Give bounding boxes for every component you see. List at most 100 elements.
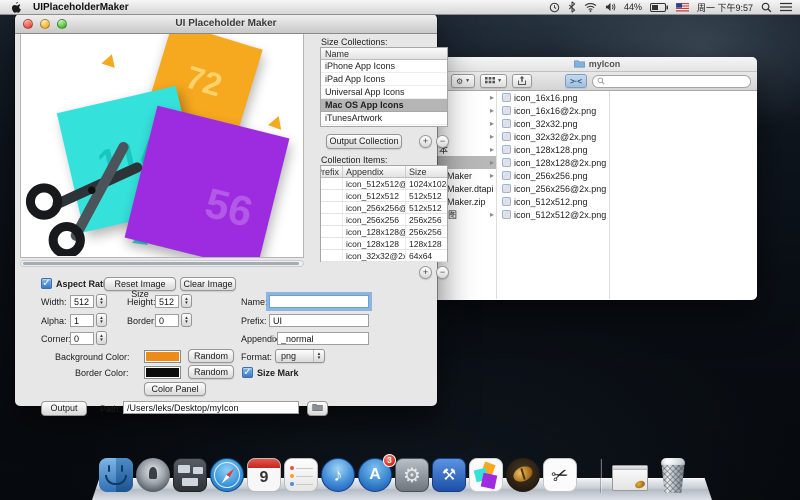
close-button[interactable] bbox=[23, 19, 33, 29]
dock-xcode-icon[interactable]: ⚒ bbox=[432, 458, 466, 492]
size-mark-checkbox[interactable]: ✓ bbox=[242, 367, 253, 378]
dock-app-store-icon[interactable]: A 3 bbox=[358, 458, 392, 492]
browse-folder-button[interactable] bbox=[307, 401, 328, 416]
image-preview-canvas[interactable]: 72 114 56 bbox=[20, 34, 304, 258]
finder-file-row[interactable]: icon_512x512.png bbox=[498, 195, 609, 208]
border-stepper[interactable]: ▲▼ bbox=[181, 313, 192, 327]
finder-search-field[interactable] bbox=[592, 75, 751, 88]
size-collection-row[interactable]: iPhone App Icons bbox=[321, 60, 447, 73]
clear-image-button[interactable]: Clear Image bbox=[180, 277, 236, 291]
collection-remove-button[interactable]: − bbox=[436, 135, 449, 148]
dock-system-preferences-icon[interactable]: ⚙ bbox=[395, 458, 429, 492]
finder-file-row[interactable]: icon_128x128@2x.png bbox=[498, 156, 609, 169]
dock-coffee-bean-icon[interactable] bbox=[506, 458, 540, 492]
column-header[interactable]: Appendix bbox=[343, 166, 406, 177]
border-color-label: Border Color: bbox=[75, 368, 129, 378]
share-button[interactable] bbox=[512, 74, 532, 88]
alpha-stepper[interactable]: ▲▼ bbox=[96, 313, 107, 327]
wifi-icon[interactable] bbox=[584, 2, 597, 12]
collection-item-row[interactable]: icon_32x32@2x64x64 bbox=[321, 250, 447, 262]
finder-file-name: icon_256x256.png bbox=[514, 171, 588, 181]
color-panel-button[interactable]: Color Panel bbox=[144, 382, 206, 396]
size-collection-row[interactable]: iTunesArtwork bbox=[321, 112, 447, 125]
notification-center-icon[interactable] bbox=[780, 2, 792, 12]
finder-file-row[interactable]: icon_32x32@2x.png bbox=[498, 130, 609, 143]
column-header[interactable]: Size bbox=[406, 166, 447, 177]
dock-trash-icon[interactable] bbox=[658, 457, 688, 493]
finder-file-row[interactable]: icon_16x16@2x.png bbox=[498, 104, 609, 117]
collection-item-row[interactable]: icon_512x512512x512 bbox=[321, 190, 447, 202]
border-random-button[interactable]: Random bbox=[188, 365, 234, 379]
battery-icon[interactable] bbox=[650, 3, 668, 12]
background-random-button[interactable]: Random bbox=[188, 349, 234, 363]
collection-item-row[interactable]: icon_128x128128x128 bbox=[321, 238, 447, 250]
background-color-swatch[interactable] bbox=[144, 350, 181, 363]
dock-scissors-app-icon[interactable]: ✂ bbox=[543, 458, 577, 492]
dock-minimized-window-icon[interactable] bbox=[612, 465, 648, 491]
collection-item-row[interactable]: icon_256x256256x256 bbox=[321, 214, 447, 226]
height-stepper[interactable]: ▲▼ bbox=[181, 294, 192, 308]
dock-itunes-icon[interactable]: ♪ bbox=[321, 458, 355, 492]
cell: icon_128x128@2x bbox=[343, 226, 406, 237]
corner-field[interactable] bbox=[70, 332, 94, 345]
alpha-field[interactable] bbox=[70, 314, 94, 327]
finder-file-row[interactable]: icon_32x32.png bbox=[498, 117, 609, 130]
menu-app-name[interactable]: UIPlaceholderMaker bbox=[33, 2, 129, 13]
prefix-field[interactable] bbox=[269, 314, 369, 327]
collection-add-button[interactable]: + bbox=[419, 135, 432, 148]
output-collection-button[interactable]: Output Collection bbox=[326, 134, 402, 149]
bluetooth-icon[interactable] bbox=[568, 1, 576, 13]
dock-finder-icon[interactable] bbox=[99, 458, 133, 492]
dock-mission-control-icon[interactable] bbox=[173, 458, 207, 492]
height-field[interactable] bbox=[155, 295, 179, 308]
finder-file-row[interactable]: icon_16x16.png bbox=[498, 91, 609, 104]
menu-clock[interactable]: 周一 下午9:57 bbox=[697, 1, 753, 14]
size-collection-row[interactable]: Universal App Icons bbox=[321, 86, 447, 99]
apple-menu-icon[interactable] bbox=[10, 1, 21, 14]
minimize-button[interactable] bbox=[40, 19, 50, 29]
finder-file-row[interactable]: icon_256x256@2x.png bbox=[498, 182, 609, 195]
volume-icon[interactable] bbox=[605, 2, 616, 12]
dock-launchpad-icon[interactable] bbox=[136, 458, 170, 492]
finder-file-row[interactable]: icon_128x128.png bbox=[498, 143, 609, 156]
collection-item-row[interactable]: icon_128x128@2x256x256 bbox=[321, 226, 447, 238]
corner-stepper[interactable]: ▲▼ bbox=[96, 331, 107, 345]
preview-horizontal-scrollbar[interactable] bbox=[20, 260, 304, 267]
dock-calendar-icon[interactable]: 9 bbox=[247, 458, 281, 492]
path-field[interactable] bbox=[123, 401, 299, 414]
item-remove-button[interactable]: − bbox=[436, 266, 449, 279]
size-collection-row[interactable]: iPad App Icons bbox=[321, 73, 447, 86]
width-stepper[interactable]: ▲▼ bbox=[96, 294, 107, 308]
output-button[interactable]: Output bbox=[41, 401, 87, 416]
format-popup[interactable]: png ▲▼ bbox=[275, 349, 325, 363]
dock-reminders-icon[interactable] bbox=[284, 458, 318, 492]
time-machine-icon[interactable] bbox=[549, 2, 560, 13]
width-field[interactable] bbox=[70, 295, 94, 308]
border-field[interactable] bbox=[155, 314, 179, 327]
collection-item-row[interactable]: icon_512x512@2x1024x1024 bbox=[321, 178, 447, 190]
zoom-button[interactable] bbox=[57, 19, 67, 29]
appendix-field[interactable] bbox=[277, 332, 369, 345]
border-color-swatch[interactable] bbox=[144, 366, 181, 379]
dock-ui-placeholder-squares-icon[interactable] bbox=[469, 458, 503, 492]
collection-item-row[interactable]: icon_256x256@2x512x512 bbox=[321, 202, 447, 214]
finder-file-row[interactable]: icon_512x512@2x.png bbox=[498, 208, 609, 221]
spotlight-icon[interactable] bbox=[761, 2, 772, 13]
disclosure-triangle-icon: ▸ bbox=[490, 93, 494, 102]
dock-safari-icon[interactable] bbox=[210, 458, 244, 492]
app-title-bar[interactable]: UI Placeholder Maker bbox=[15, 14, 437, 34]
reset-image-size-button[interactable]: Reset Image Size bbox=[104, 277, 176, 291]
item-add-button[interactable]: + bbox=[419, 266, 432, 279]
aspect-ratio-checkbox[interactable]: ✓ bbox=[41, 278, 52, 289]
column-header[interactable]: Prefix bbox=[321, 166, 343, 177]
arrange-button[interactable]: >·< bbox=[565, 74, 587, 88]
png-file-icon bbox=[502, 119, 511, 128]
size-collections-header[interactable]: Name bbox=[321, 48, 447, 60]
finder-title-bar[interactable]: myIcon bbox=[437, 57, 757, 72]
name-field[interactable] bbox=[269, 295, 369, 308]
finder-file-row[interactable]: icon_256x256.png bbox=[498, 169, 609, 182]
view-options-button[interactable]: ▼ bbox=[480, 74, 507, 88]
size-collection-row[interactable]: Mac OS App Icons bbox=[321, 99, 447, 112]
input-language-flag-icon[interactable] bbox=[676, 3, 689, 12]
action-gear-button[interactable]: ⚙ ▼ bbox=[451, 74, 475, 88]
